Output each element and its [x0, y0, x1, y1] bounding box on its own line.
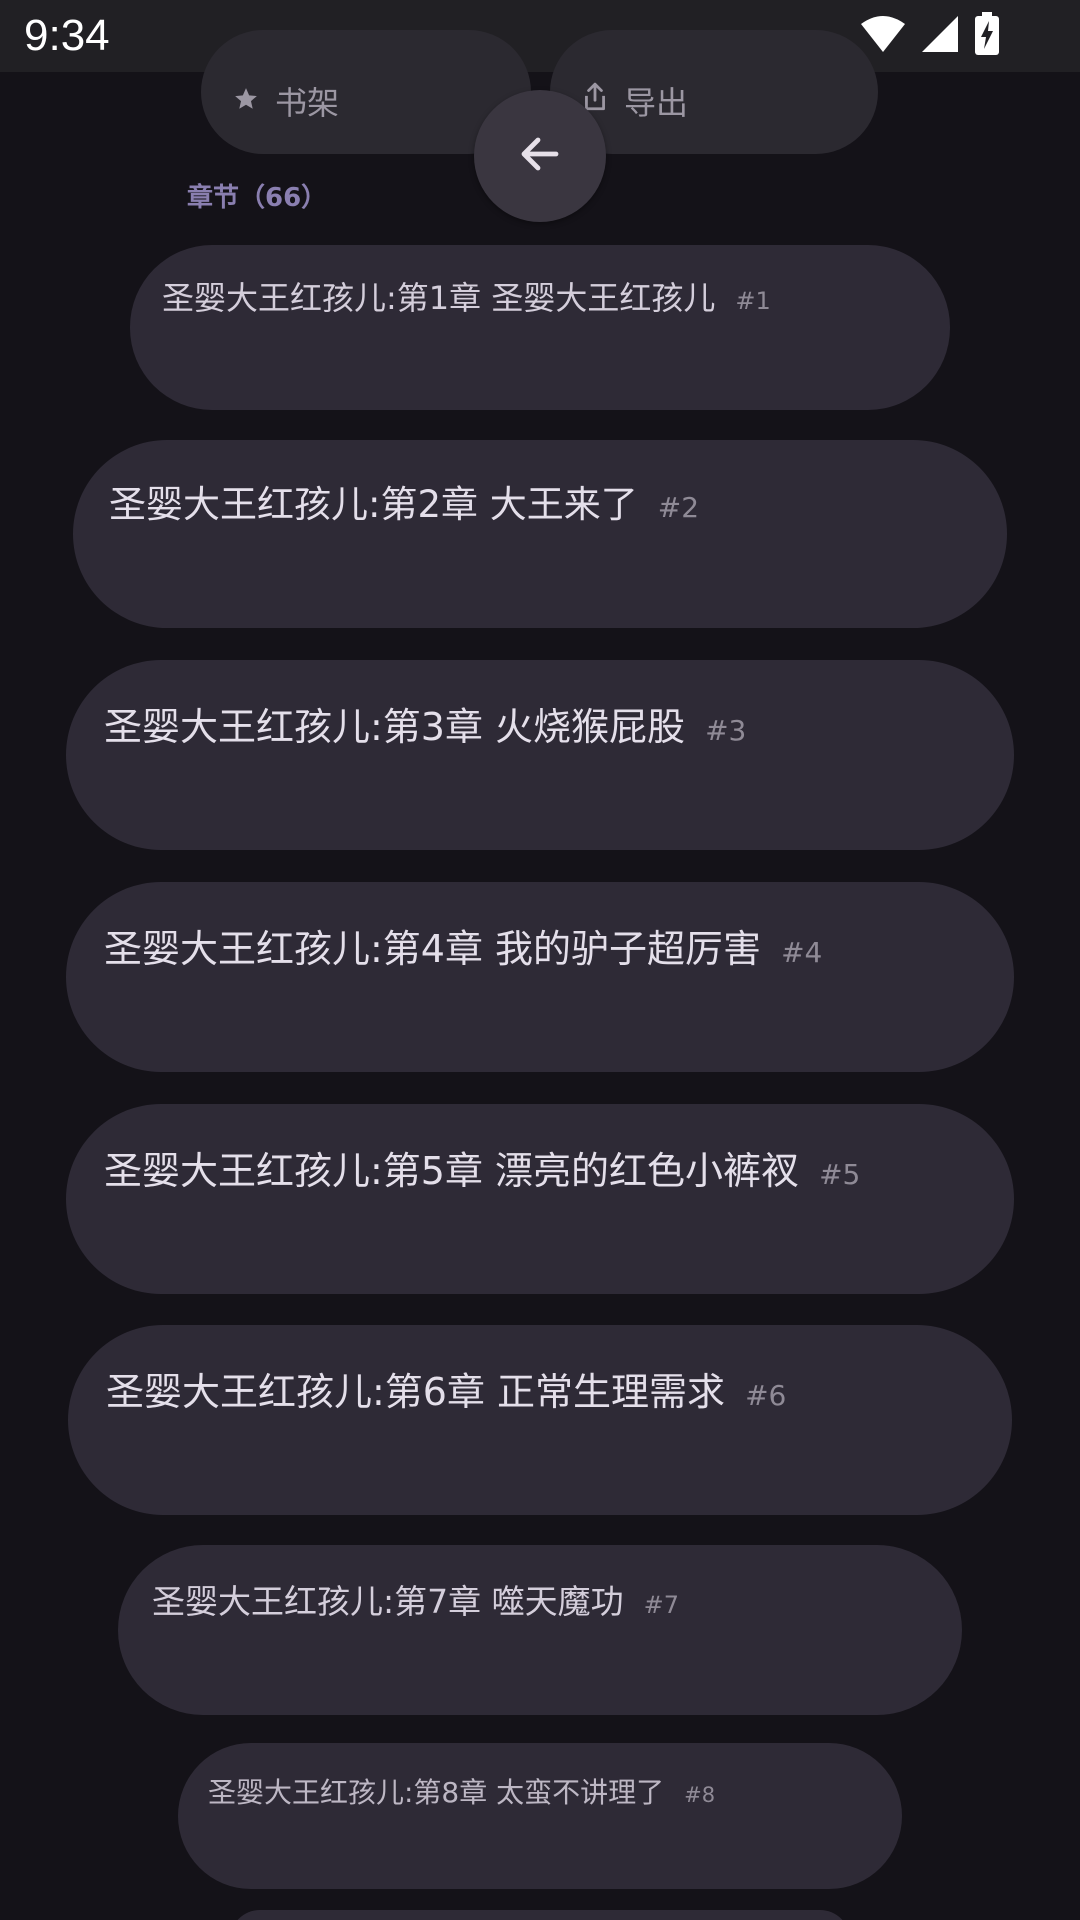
chapter-number: #7 [643, 1591, 679, 1619]
chapter-item[interactable]: 圣婴大王红孩儿:第6章 正常生理需求 #6 [68, 1325, 1012, 1515]
back-button[interactable] [474, 90, 606, 222]
chapter-number: #2 [657, 491, 700, 524]
chapter-title: 圣婴大王红孩儿:第1章 圣婴大王红孩儿 [162, 279, 716, 317]
export-label: 导出 [624, 84, 689, 122]
chapter-number: #8 [684, 1783, 716, 1807]
star-icon [233, 82, 259, 120]
chapter-item[interactable]: 圣婴大王红孩儿:第3章 火烧猴屁股 #3 [66, 660, 1014, 850]
chapter-item[interactable]: 圣婴大王红孩儿:第1章 圣婴大王红孩儿 #1 [130, 245, 950, 410]
chapter-title: 圣婴大王红孩儿:第8章 太蛮不讲理了 [208, 1776, 665, 1809]
chapter-number: #4 [781, 936, 823, 969]
chapter-item[interactable] [230, 1910, 850, 1920]
chapter-number: #5 [819, 1158, 861, 1191]
chapter-title: 圣婴大王红孩儿:第4章 我的驴子超厉害 [104, 927, 762, 971]
chapter-item[interactable]: 圣婴大王红孩儿:第7章 噬天魔功 #7 [118, 1545, 962, 1715]
chapter-title: 圣婴大王红孩儿:第5章 漂亮的红色小裤衩 [104, 1149, 800, 1193]
chapter-title: 圣婴大王红孩儿:第3章 火烧猴屁股 [104, 705, 686, 749]
arrow-left-icon [516, 130, 564, 182]
chapter-item[interactable]: 圣婴大王红孩儿:第5章 漂亮的红色小裤衩 #5 [66, 1104, 1014, 1294]
chapter-number: #6 [745, 1379, 787, 1412]
chapter-item[interactable]: 圣婴大王红孩儿:第4章 我的驴子超厉害 #4 [66, 882, 1014, 1072]
wifi-icon [860, 14, 906, 58]
chapter-item[interactable]: 圣婴大王红孩儿:第8章 太蛮不讲理了 #8 [178, 1743, 902, 1889]
chapter-title: 圣婴大王红孩儿:第6章 正常生理需求 [106, 1370, 726, 1414]
screen: 9:34 书架 导出 章节（66） 圣婴大王红孩儿:第1章 圣婴大王红孩儿 #1… [0, 0, 1080, 1920]
status-time: 9:34 [24, 11, 110, 60]
chapter-item[interactable]: 圣婴大王红孩儿:第2章 大王来了 #2 [73, 440, 1007, 628]
bookshelf-label: 书架 [275, 84, 340, 122]
chapter-number: #3 [705, 714, 747, 747]
chapter-title: 圣婴大王红孩儿:第7章 噬天魔功 [152, 1582, 624, 1621]
chapter-number: #1 [735, 287, 771, 315]
cell-signal-icon [920, 14, 960, 58]
status-bar: 9:34 [0, 0, 1080, 72]
chapter-title: 圣婴大王红孩儿:第2章 大王来了 [109, 483, 638, 526]
status-icons [860, 12, 1000, 60]
battery-charging-icon [974, 12, 1000, 60]
chapters-header: 章节（66） [187, 183, 328, 213]
